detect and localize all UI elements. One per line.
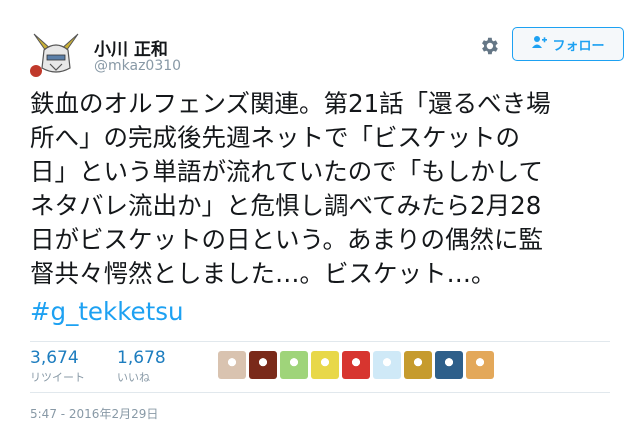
tweet-text: 鉄血のオルフェンズ関連。第21話「還るべき場 所へ」の完成後先週ネットで「ビスケ…: [30, 89, 551, 288]
like-stat[interactable]: 1,678 いいね: [117, 348, 166, 385]
liker-avatars: [218, 351, 494, 379]
follow-person-icon: [531, 35, 548, 53]
like-label: いいね: [117, 371, 150, 384]
gear-icon[interactable]: [478, 35, 500, 57]
retweet-stat[interactable]: 3,674 リツイート: [30, 348, 85, 385]
like-count: 1,678: [117, 348, 166, 368]
retweet-count: 3,674: [30, 348, 79, 368]
avatar-image: [30, 28, 82, 80]
tweet-timestamp[interactable]: 5:47 - 2016年2月29日: [30, 405, 158, 422]
retweet-label: リツイート: [30, 371, 85, 384]
liker-avatar[interactable]: [404, 351, 432, 379]
follow-button[interactable]: フォロー: [512, 27, 624, 61]
liker-avatar[interactable]: [280, 351, 308, 379]
liker-avatar[interactable]: [249, 351, 277, 379]
display-name[interactable]: 小川 正和: [94, 35, 168, 60]
follow-button-label: フォロー: [552, 38, 605, 54]
liker-avatar[interactable]: [466, 351, 494, 379]
liker-avatar[interactable]: [435, 351, 463, 379]
user-handle[interactable]: @mkaz0310: [94, 58, 181, 74]
liker-avatar[interactable]: [373, 351, 401, 379]
liker-avatar[interactable]: [218, 351, 246, 379]
divider: [30, 341, 610, 342]
divider: [30, 392, 610, 393]
liker-avatar[interactable]: [342, 351, 370, 379]
liker-avatar[interactable]: [311, 351, 339, 379]
avatar[interactable]: [30, 28, 82, 80]
hashtag-link[interactable]: #g_tekketsu: [30, 297, 183, 326]
